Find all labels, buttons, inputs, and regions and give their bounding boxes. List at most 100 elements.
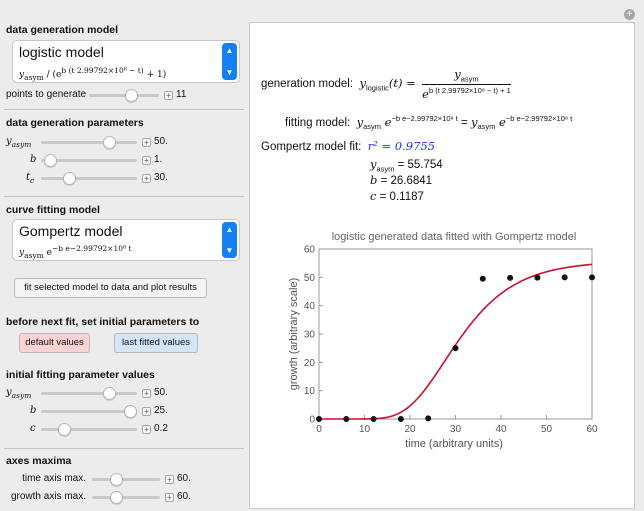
data-point — [316, 416, 322, 422]
data-point — [534, 274, 541, 281]
expand-plus-icon[interactable]: + — [142, 407, 151, 416]
gen-param-label: b — [30, 154, 37, 165]
fitted-parameter-0: yasym = 55.754 — [370, 157, 443, 174]
slider-knob[interactable] — [103, 387, 117, 400]
gen-param-value: 30. — [154, 172, 168, 183]
slider-track[interactable] — [92, 496, 160, 499]
x-tick-label: 60 — [586, 424, 598, 435]
slider-track[interactable] — [41, 392, 137, 395]
y-tick-label: 10 — [304, 386, 316, 397]
gompertz-fit-line: Gompertz model fit: r² = 0.9755 — [261, 139, 436, 153]
corner-plus-icon[interactable]: + — [624, 9, 635, 20]
r-squared-value: r² = 0.9755 — [367, 139, 436, 153]
init-param-slider-0[interactable]: yasym +50. — [0, 385, 246, 401]
slider-track[interactable] — [92, 478, 160, 481]
chevron-down-icon: ▼ — [225, 68, 234, 77]
gen-param-slider-0[interactable]: yasym +50. — [0, 134, 246, 150]
plot-frame — [318, 248, 593, 420]
data-point — [343, 416, 350, 422]
controls-panel: data generation model logistic model yas… — [0, 12, 246, 511]
init-param-label: b — [30, 405, 37, 416]
select-stepper[interactable]: ▲ ▼ — [222, 43, 237, 80]
select-stepper[interactable]: ▲ ▼ — [222, 222, 237, 258]
slider-knob[interactable] — [124, 89, 138, 102]
slider-knob[interactable] — [110, 491, 124, 504]
gen-param-slider-1[interactable]: b +1. — [0, 152, 246, 168]
chart: logistic generated data fitted with Gomp… — [288, 231, 598, 450]
expand-plus-icon[interactable]: + — [164, 91, 173, 100]
init-param-label: c — [30, 423, 36, 434]
heading-initial-fitting: initial fitting parameter values — [6, 369, 155, 381]
expand-plus-icon[interactable]: + — [142, 425, 151, 434]
heading-data-generation-parameters: data generation parameters — [6, 117, 144, 129]
heading-data-generation-model: data generation model — [6, 24, 119, 36]
chevron-down-icon: ▼ — [225, 246, 234, 255]
gen-param-value: 50. — [154, 136, 168, 147]
last-fitted-values-button[interactable]: last fitted values — [114, 333, 198, 353]
axis-max-value: 60. — [177, 473, 191, 484]
y-tick-label: 50 — [304, 273, 316, 284]
y-tick-label: 40 — [304, 301, 316, 312]
gen-param-label: tc — [26, 172, 35, 185]
init-param-label: yasym — [6, 387, 32, 400]
data-point — [425, 415, 432, 422]
init-param-value: 50. — [154, 387, 168, 398]
x-tick-label: 30 — [450, 424, 462, 435]
slider-knob[interactable] — [103, 136, 117, 149]
axis-max-value: 60. — [177, 491, 191, 502]
output-panel: generation model: ylogistic(t) = yasym e… — [249, 22, 635, 509]
points-to-generate-slider[interactable]: points to generate + 11 — [0, 87, 246, 103]
data-point — [397, 416, 404, 422]
init-param-slider-1[interactable]: b +25. — [0, 403, 246, 419]
heading-curve-fitting-model: curve fitting model — [6, 204, 100, 216]
slider-track[interactable] — [41, 177, 137, 180]
slider-track[interactable] — [41, 428, 137, 431]
slider-track[interactable] — [41, 410, 137, 413]
axis-max-slider-0[interactable]: time axis max. +60. — [0, 471, 246, 487]
data-generation-model-value: logistic model — [19, 44, 104, 60]
axis-max-label: time axis max. — [22, 473, 86, 484]
expand-plus-icon[interactable]: + — [142, 156, 151, 165]
gen-param-label: yasym — [6, 136, 32, 149]
chart-title: logistic generated data fitted with Gomp… — [332, 231, 577, 243]
slider-knob[interactable] — [124, 405, 137, 418]
y-tick-label: 30 — [304, 330, 316, 341]
slider-knob[interactable] — [110, 473, 124, 486]
heading-before-next-fit: before next fit, set initial parameters … — [6, 316, 200, 328]
fitted-parameter-2: c = 0.1187 — [370, 189, 424, 203]
slider-track[interactable] — [41, 141, 137, 144]
axis-max-slider-1[interactable]: growth axis max. +60. — [0, 489, 246, 505]
expand-plus-icon[interactable]: + — [142, 138, 151, 147]
curve-fitting-model-select[interactable]: Gompertz model yasym e−b e−2.99792×10⁸ t… — [12, 219, 240, 261]
init-param-slider-2[interactable]: c +0.2 — [0, 421, 246, 437]
gen-param-value: 1. — [154, 154, 163, 165]
chevron-up-icon: ▲ — [225, 225, 234, 234]
data-generation-model-select[interactable]: logistic model yasym / (eb (t 2.99792×10… — [12, 40, 240, 83]
data-point — [452, 345, 459, 352]
slider-knob[interactable] — [57, 423, 71, 436]
x-tick-label: 20 — [404, 424, 416, 435]
fitted-parameter-1: b = 26.6841 — [370, 173, 433, 187]
y-tick-label: 60 — [304, 245, 316, 256]
fit-model-button[interactable]: fit selected model to data and plot resu… — [14, 278, 207, 298]
data-point — [589, 274, 595, 281]
axis-max-label: growth axis max. — [10, 491, 86, 502]
expand-plus-icon[interactable]: + — [142, 389, 151, 398]
expand-plus-icon[interactable]: + — [165, 475, 174, 484]
heading-axes-maxima: axes maxima — [6, 455, 72, 467]
default-values-button[interactable]: default values — [19, 333, 90, 353]
slider-knob[interactable] — [63, 172, 77, 185]
slider-knob[interactable] — [44, 154, 58, 167]
init-param-value: 0.2 — [154, 423, 168, 434]
expand-plus-icon[interactable]: + — [165, 493, 174, 502]
logistic-formula: yasym / (eb (t 2.99792×10⁸ − t) + 1) — [19, 66, 167, 82]
init-param-value: 25. — [154, 405, 168, 416]
gen-param-slider-2[interactable]: tc +30. — [0, 170, 246, 186]
points-value: 11 — [176, 89, 187, 100]
data-point — [479, 275, 486, 282]
x-tick-label: 0 — [316, 424, 322, 435]
data-point — [370, 416, 377, 422]
x-tick-label: 10 — [359, 424, 371, 435]
expand-plus-icon[interactable]: + — [142, 174, 151, 183]
curve-fitting-model-value: Gompertz model — [19, 223, 123, 239]
